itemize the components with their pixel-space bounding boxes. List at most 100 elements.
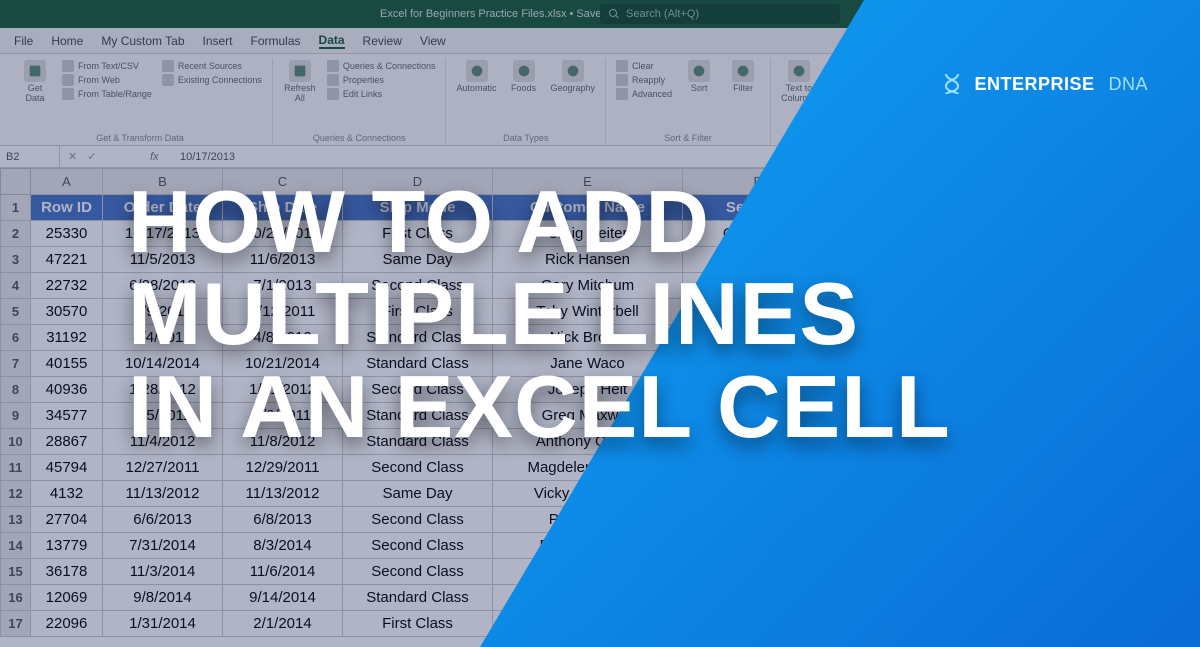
ribbon-item-queries-connections[interactable]: Queries & Connections [327,60,436,72]
search-box[interactable]: Search (Alt+Q) [600,4,840,24]
column-header-B[interactable]: B [103,169,223,195]
cell[interactable]: 10/17/2013 [103,221,223,247]
cell[interactable]: 40155 [31,351,103,377]
cell[interactable]: Craig Reiter [493,221,683,247]
cell[interactable]: Thomas Boland [493,559,683,585]
menu-tab-view[interactable]: View [420,34,446,48]
cell[interactable]: 25330 [31,221,103,247]
cell[interactable]: 4/5/2011 [103,403,223,429]
cell[interactable]: Second Class [343,377,493,403]
cell[interactable]: Second Class [343,507,493,533]
cell[interactable]: Greg Maxwell [493,403,683,429]
cell[interactable]: 11/4/2012 [103,429,223,455]
cell[interactable]: 7/31/2014 [103,533,223,559]
row-header-6[interactable]: 6 [1,325,31,351]
ribbon-item-from-text-csv[interactable]: From Text/CSV [62,60,152,72]
cell[interactable]: Magdelene Morse [493,455,683,481]
cell[interactable]: Toby Winterbell [493,299,683,325]
table-header-cell[interactable]: Customer Name [493,195,683,221]
cell[interactable]: Standard Class [343,351,493,377]
cell[interactable]: 7/1/2013 [223,273,343,299]
cancel-icon[interactable]: ✕ [68,150,77,163]
cell[interactable]: First Class [343,611,493,637]
cell[interactable]: 11/5/2013 [103,247,223,273]
cell[interactable]: 12/27/2011 [103,455,223,481]
ribbon-button-text-to-columns[interactable]: Text toColumns [781,60,817,104]
cell[interactable]: Corporate [683,351,833,377]
cell[interactable]: First Class [343,299,493,325]
cell[interactable]: Same Day [343,481,493,507]
row-header-4[interactable]: 4 [1,273,31,299]
menu-tab-insert[interactable]: Insert [203,34,233,48]
cell[interactable]: 9/12/2011 [223,299,343,325]
cell[interactable]: Standard Class [343,403,493,429]
cell[interactable]: Nick Brown [493,325,683,351]
cell[interactable]: 4/8/2012 [223,325,343,351]
row-header-14[interactable]: 14 [1,533,31,559]
cell[interactable]: 1/31/2012 [223,377,343,403]
cell[interactable]: 11/13/2012 [103,481,223,507]
cell[interactable]: Consumer [683,221,833,247]
column-header-D[interactable]: D [343,169,493,195]
row-header-7[interactable]: 7 [1,351,31,377]
cell[interactable]: 6/8/2013 [223,507,343,533]
ribbon-item-existing-connections[interactable]: Existing Connections [162,74,262,86]
ribbon-button-sort[interactable]: Sort [682,60,716,94]
menu-tab-review[interactable]: Review [363,34,402,48]
cell[interactable]: 27704 [31,507,103,533]
ribbon-item-properties[interactable]: Properties [327,74,436,86]
ribbon-item-advanced[interactable]: Advanced [616,88,672,100]
table-header-cell[interactable]: Ship Mode [343,195,493,221]
column-header-E[interactable]: E [493,169,683,195]
cell[interactable]: Peter Fuller [493,507,683,533]
cell[interactable]: Second Class [343,533,493,559]
cell[interactable]: 11/6/2013 [223,247,343,273]
cell[interactable]: 4/4/2012 [103,325,223,351]
cell[interactable]: Gary Mitchum [493,273,683,299]
row-header-15[interactable]: 15 [1,559,31,585]
cell[interactable]: 9/8/2014 [103,585,223,611]
column-header-F[interactable]: F [683,169,833,195]
cell[interactable]: Standard Class [343,325,493,351]
row-header-2[interactable]: 2 [1,221,31,247]
cell[interactable]: 9/14/2014 [223,585,343,611]
table-header-cell[interactable]: Ship Date [223,195,343,221]
ribbon-button-refresh-all[interactable]: RefreshAll [283,60,317,104]
cell[interactable]: 1/31/2014 [103,611,223,637]
cell[interactable]: Corporate [683,559,833,585]
ribbon-item-reapply[interactable]: Reapply [616,74,672,86]
cell[interactable]: 12069 [31,585,103,611]
cell[interactable]: Consumer [683,299,833,325]
cell[interactable]: 8/3/2014 [223,533,343,559]
cell[interactable]: Rick Hansen [493,247,683,273]
spreadsheet-grid[interactable]: ABCDEF1Row IDOrder DateShip DateShip Mod… [0,168,1200,637]
row-header-11[interactable]: 11 [1,455,31,481]
cell[interactable]: 1/28/2012 [103,377,223,403]
name-box[interactable]: B2 [0,146,60,167]
cell[interactable]: 34577 [31,403,103,429]
ribbon-button-geography[interactable]: Geography [551,60,596,94]
ribbon-button-get-data[interactable]: GetData [18,60,52,104]
cell[interactable]: Second Class [343,559,493,585]
cell[interactable]: 10/21/2014 [223,351,343,377]
menu-tab-my-custom-tab[interactable]: My Custom Tab [101,34,184,48]
row-header-10[interactable]: 10 [1,429,31,455]
row-header-1[interactable]: 1 [1,195,31,221]
cell[interactable]: 36178 [31,559,103,585]
cell[interactable]: 6/6/2013 [103,507,223,533]
table-header-cell[interactable]: Segment [683,195,833,221]
cell[interactable]: Second Class [343,273,493,299]
cell[interactable]: 47221 [31,247,103,273]
cell[interactable]: Consumer [683,325,833,351]
ribbon-button-foods[interactable]: Foods [507,60,541,94]
cell[interactable]: 12/29/2011 [223,455,343,481]
cell[interactable]: 22096 [31,611,103,637]
ribbon-item-from-web[interactable]: From Web [62,74,152,86]
cell[interactable]: 13779 [31,533,103,559]
cell[interactable]: 10/21/2013 [223,221,343,247]
cell[interactable]: Jim Clark [493,611,683,637]
cell[interactable]: Standard Class [343,585,493,611]
cell[interactable]: 11/8/2012 [223,429,343,455]
row-header-5[interactable]: 5 [1,299,31,325]
cell[interactable]: 9/9/2011 [103,299,223,325]
